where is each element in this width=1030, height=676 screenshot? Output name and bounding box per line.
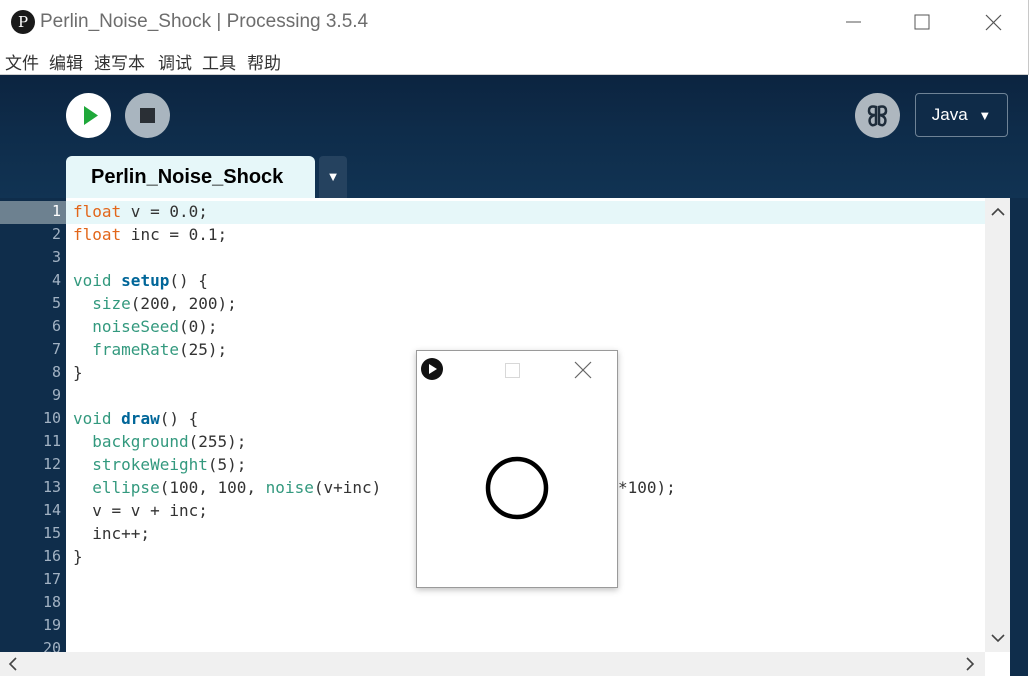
menu-edit[interactable]: 编辑: [49, 49, 83, 74]
menu-debug[interactable]: 调试: [158, 49, 192, 74]
maximize-icon: [914, 14, 930, 30]
chevron-right-icon[interactable]: [965, 657, 975, 674]
code-line: ellipse(100, 100, noise(v+inc): [92, 478, 382, 497]
line-number: 8: [51, 363, 61, 381]
sketch-window[interactable]: [416, 350, 618, 588]
code-line: void setup() {: [73, 271, 208, 290]
line-number: 5: [51, 294, 61, 312]
menu-tools[interactable]: 工具: [202, 49, 236, 74]
line-number: 12: [42, 455, 61, 473]
code-line: strokeWeight(5);: [92, 455, 247, 474]
line-number: 16: [42, 547, 61, 565]
chevron-up-icon[interactable]: [991, 204, 1005, 220]
sketch-ellipse: [485, 456, 549, 520]
minimize-button[interactable]: [830, 4, 876, 40]
close-icon: [574, 361, 592, 379]
menu-file[interactable]: 文件: [5, 49, 39, 74]
line-number: 9: [51, 386, 61, 404]
line-number: 4: [51, 271, 61, 289]
line-number: 15: [42, 524, 61, 542]
right-edge-bg: [1010, 198, 1028, 676]
chevron-down-icon[interactable]: [991, 630, 1005, 646]
horizontal-scrollbar[interactable]: [0, 652, 985, 676]
mode-selector[interactable]: Java ▼: [915, 93, 1008, 137]
line-number: 3: [51, 248, 61, 266]
debug-butterfly-icon: [867, 105, 888, 127]
line-number: 11: [42, 432, 61, 450]
code-line: }: [73, 363, 83, 382]
close-icon: [985, 14, 1002, 31]
menu-bar: 文件 编辑 速写本 调试 工具 帮助: [0, 44, 1029, 75]
stop-button[interactable]: [125, 93, 170, 138]
code-line: v = v + inc;: [73, 501, 208, 520]
code-line: float v = 0.0;: [73, 202, 208, 221]
line-number: 19: [42, 616, 61, 634]
vertical-scrollbar[interactable]: [985, 198, 1010, 652]
sketch-canvas[interactable]: [417, 388, 617, 588]
line-number: 18: [42, 593, 61, 611]
chevron-left-icon[interactable]: [8, 657, 18, 674]
close-button[interactable]: [970, 4, 1016, 40]
processing-sketch-icon: [421, 358, 451, 380]
line-number: 17: [42, 570, 61, 588]
code-line: void draw() {: [73, 409, 199, 428]
code-line: }: [73, 547, 83, 566]
processing-logo-icon: P: [11, 10, 35, 34]
sketch-close-button[interactable]: [572, 359, 594, 381]
code-line: frameRate(25);: [92, 340, 228, 359]
code-line-tail: *100);: [618, 478, 676, 497]
title-bar: P Perlin_Noise_Shock | Processing 3.5.4: [0, 0, 1029, 44]
code-line: size(200, 200);: [92, 294, 237, 313]
debugger-button[interactable]: [855, 93, 900, 138]
chevron-down-icon: ▼: [978, 108, 992, 123]
line-number: 14: [42, 501, 61, 519]
line-number: 2: [51, 225, 61, 243]
run-button[interactable]: [66, 93, 111, 138]
line-number: 6: [51, 317, 61, 335]
line-number: 13: [42, 478, 61, 496]
code-line: noiseSeed(0);: [92, 317, 218, 336]
line-number: 20: [42, 639, 61, 652]
menu-sketch[interactable]: 速写本: [94, 49, 145, 74]
mode-label: Java: [931, 105, 968, 124]
code-line: background(255);: [92, 432, 247, 451]
tab-menu-arrow-icon: ▼: [326, 169, 340, 184]
code-line: float inc = 0.1;: [73, 225, 228, 244]
menu-help[interactable]: 帮助: [247, 49, 281, 74]
tab-menu-button[interactable]: ▼: [319, 156, 347, 198]
sketch-maximize-button[interactable]: [505, 363, 520, 378]
code-line: inc++;: [73, 524, 151, 543]
line-number: 7: [51, 340, 61, 358]
line-number: 10: [42, 409, 61, 427]
maximize-button[interactable]: [899, 4, 945, 40]
minimize-icon: [846, 21, 861, 23]
play-icon: [84, 106, 98, 125]
line-number: 1: [51, 202, 61, 220]
tab-label: Perlin_Noise_Shock: [91, 166, 284, 188]
stop-icon: [140, 108, 155, 123]
tab-perlin-noise-shock[interactable]: Perlin_Noise_Shock: [66, 156, 315, 198]
window-title: Perlin_Noise_Shock | Processing 3.5.4: [40, 11, 369, 32]
